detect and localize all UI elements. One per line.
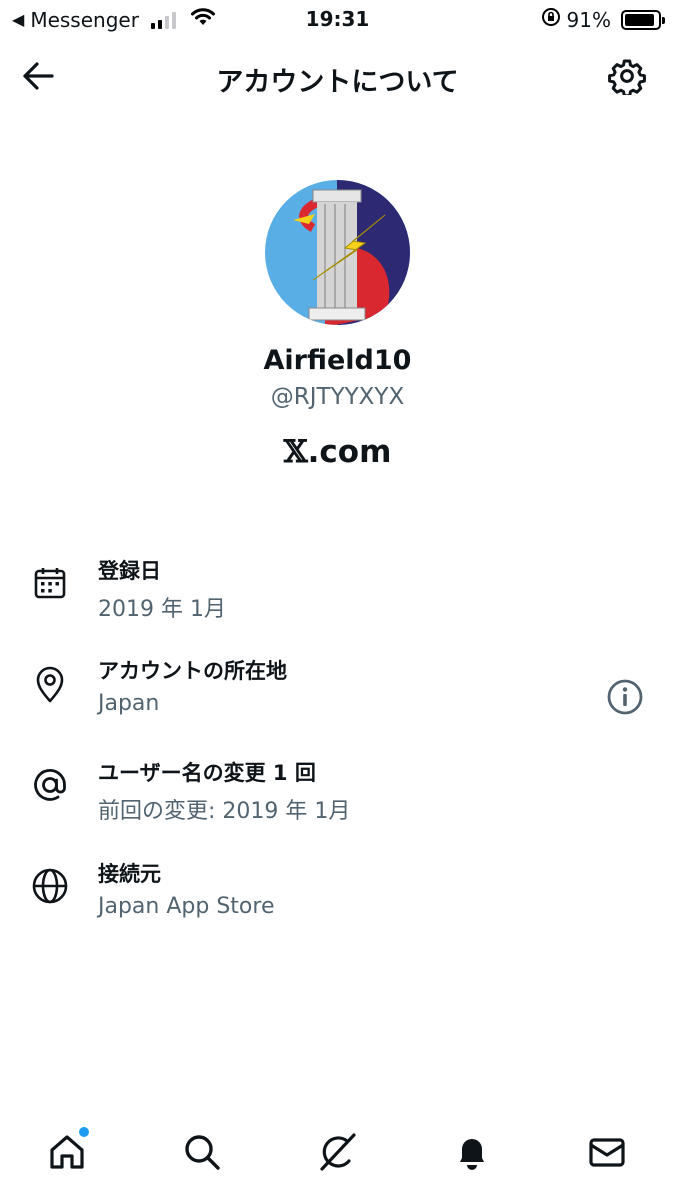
info-row-username-changes: ユーザー名の変更 1 回 前回の変更: 2019 年 1月 <box>0 757 675 847</box>
status-bar: ◀ Messenger 19:31 91% <box>0 0 675 38</box>
user-handle: @RJTYYXYX <box>270 384 405 410</box>
status-right: 91% <box>541 7 665 32</box>
username-changes-label: ユーザー名の変更 1 回 <box>98 761 316 785</box>
nav-grok[interactable] <box>315 1130 359 1174</box>
nav-search[interactable] <box>180 1130 224 1174</box>
username-changes-value: 前回の変更: 2019 年 1月 <box>98 799 351 824</box>
grok-icon <box>320 1133 356 1171</box>
notification-dot <box>79 1127 89 1137</box>
location-pin-icon <box>30 665 70 705</box>
mail-icon <box>589 1138 625 1167</box>
info-row-connected-via: 接続元 Japan App Store <box>0 858 675 948</box>
settings-button[interactable] <box>607 56 647 96</box>
calendar-icon <box>30 563 70 603</box>
nav-notifications[interactable] <box>450 1130 494 1174</box>
home-icon <box>50 1135 84 1169</box>
brand-logo: 𝕏.com <box>0 434 675 470</box>
bottom-navigation <box>0 1110 675 1200</box>
joined-label: 登録日 <box>98 559 161 583</box>
page-title: アカウントについて <box>216 67 459 98</box>
joined-value: 2019 年 1月 <box>98 597 226 622</box>
info-row-joined: 登録日 2019 年 1月 <box>0 555 675 645</box>
connected-via-value: Japan App Store <box>98 894 275 919</box>
avatar[interactable] <box>265 180 410 325</box>
nav-home[interactable] <box>45 1127 89 1174</box>
display-name: Airfield10 <box>263 345 412 376</box>
battery-percent: 91% <box>566 7 611 32</box>
battery-fill <box>625 13 654 26</box>
x-logo: 𝕏 <box>283 434 308 470</box>
location-info-button[interactable] <box>605 677 645 717</box>
top-bar: アカウントについて <box>0 50 675 102</box>
battery-icon <box>621 9 665 30</box>
about-account-screen: ◀ Messenger 19:31 91% アカウントについて Airfield… <box>0 0 675 1200</box>
globe-icon <box>30 866 70 906</box>
gear-icon <box>608 59 646 95</box>
nav-messages[interactable] <box>585 1130 629 1174</box>
info-row-location: アカウントの所在地 Japan <box>0 655 675 745</box>
brand-suffix: .com <box>307 434 392 470</box>
at-sign-icon <box>30 765 70 805</box>
location-label: アカウントの所在地 <box>98 659 287 683</box>
info-icon <box>607 679 643 715</box>
search-icon <box>185 1135 220 1170</box>
location-value: Japan <box>98 691 160 716</box>
bell-icon <box>460 1139 484 1170</box>
connected-via-label: 接続元 <box>98 862 161 886</box>
orientation-lock-icon <box>541 7 561 32</box>
